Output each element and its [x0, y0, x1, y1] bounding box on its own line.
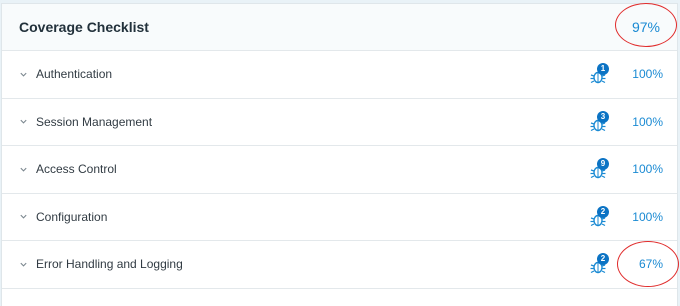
row-coverage-percent: 100%	[632, 114, 663, 129]
checklist-header: Coverage Checklist 97%	[2, 4, 677, 51]
coverage-checklist-panel: Coverage Checklist 97% Authentication 1 …	[1, 3, 678, 306]
row-coverage-percent: 100%	[632, 67, 663, 82]
checklist-title: Coverage Checklist	[19, 19, 149, 35]
checklist-row-authentication[interactable]: Authentication 1 100%	[2, 51, 677, 99]
checklist-row-configuration[interactable]: Configuration 2 100%	[2, 194, 677, 241]
row-label: Error Handling and Logging	[36, 257, 183, 272]
checklist-row-error-handling-and-logging[interactable]: Error Handling and Logging 2 67%	[2, 241, 677, 289]
issues-indicator[interactable]: 3	[589, 110, 611, 133]
issue-count-badge: 1	[597, 63, 609, 76]
issue-count-badge: 2	[597, 253, 609, 266]
chevron-down-icon[interactable]	[19, 260, 28, 269]
chevron-down-icon[interactable]	[19, 70, 28, 79]
chevron-down-icon[interactable]	[19, 165, 28, 174]
issues-indicator[interactable]: 1	[589, 63, 611, 85]
issue-count-badge: 9	[597, 158, 609, 171]
row-label: Authentication	[36, 67, 113, 82]
issue-count-badge: 3	[597, 110, 609, 123]
issues-indicator[interactable]: 2	[589, 253, 611, 275]
chevron-down-icon[interactable]	[19, 212, 28, 221]
row-coverage-percent: 67%	[638, 257, 663, 272]
issue-count-badge: 2	[597, 205, 609, 218]
checklist-row-access-control[interactable]: Access Control 9 100%	[2, 146, 677, 194]
row-coverage-percent: 100%	[632, 162, 663, 177]
total-coverage-percent: 97%	[631, 19, 660, 35]
checklist-row-session-management[interactable]: Session Management 3 100%	[2, 99, 677, 146]
row-coverage-percent: 100%	[632, 209, 663, 224]
issues-indicator[interactable]: 2	[589, 205, 611, 228]
chevron-down-icon[interactable]	[19, 117, 28, 126]
row-label: Configuration	[36, 209, 108, 224]
row-label: Session Management	[36, 114, 153, 129]
row-label: Access Control	[36, 162, 117, 177]
issues-indicator[interactable]: 9	[589, 158, 611, 180]
